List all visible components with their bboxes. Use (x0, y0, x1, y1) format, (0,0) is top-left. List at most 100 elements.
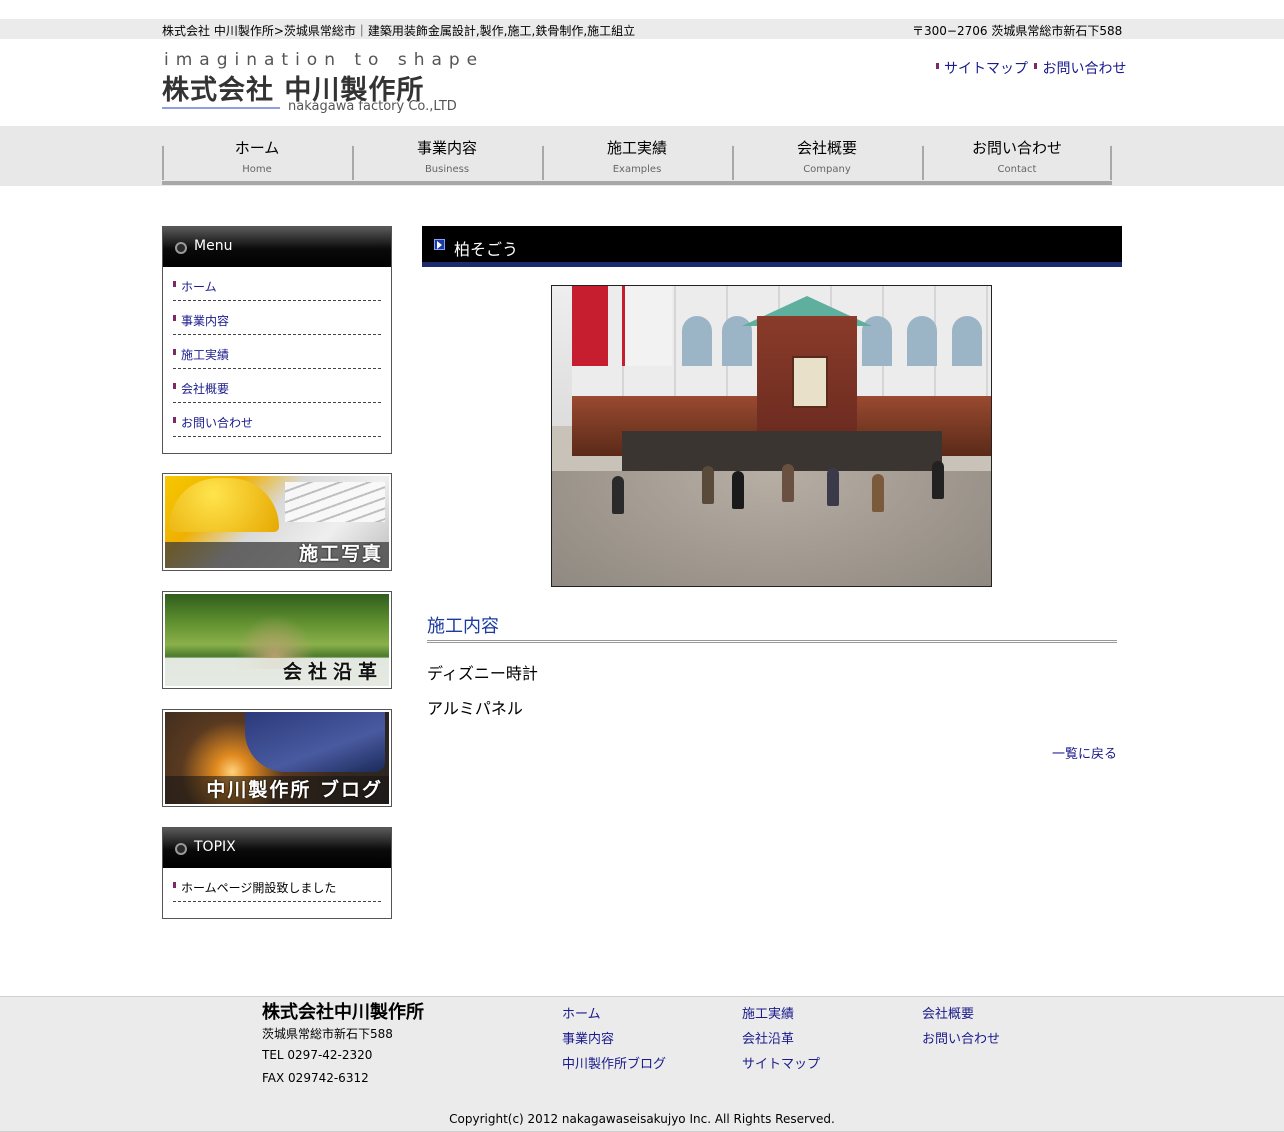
photo-person (827, 468, 839, 506)
topix-title: TOPIX (194, 839, 236, 855)
side-menu-item-home[interactable]: ホーム (173, 267, 381, 301)
topix-box: TOPIX ホームページ開設致しました (162, 827, 392, 919)
nav-home-label: ホーム (234, 139, 280, 157)
global-navigation: ホーム Home 事業内容 Business 施工実績 Examples 会社概… (0, 126, 1284, 186)
photo-person (932, 461, 944, 499)
nav-company[interactable]: 会社概要 Company (732, 126, 922, 186)
site-logo[interactable]: imagination to shape 株式会社 中川製作所 nakagawa… (162, 50, 477, 116)
company-history-banner[interactable]: 会社沿革 (162, 591, 392, 689)
site-description: 株式会社 中川製作所>茨城県常総市｜建築用装飾金属設計,製作,施工,鉄骨制作,施… (162, 24, 636, 38)
logo-tagline: imagination to shape (164, 50, 485, 70)
welder-graphic (245, 712, 385, 772)
footer-link-home[interactable]: ホーム (562, 1003, 601, 1022)
photo-entrance (622, 431, 942, 471)
history-banner-image: 会社沿革 (165, 594, 389, 686)
footer-link-blog[interactable]: 中川製作所ブログ (562, 1053, 666, 1072)
side-menu-item-label: 会社概要 (181, 382, 230, 396)
nav-examples[interactable]: 施工実績 Examples (542, 126, 732, 186)
photo-person (612, 476, 624, 514)
photo-white-banner (622, 286, 672, 366)
side-menu: Menu ホーム 事業内容 施工実績 会社概要 お問い合わせ (162, 226, 392, 454)
blueprint-rolls-graphic (285, 482, 385, 522)
photo-arch-window (682, 316, 712, 366)
footer-link-contact[interactable]: お問い合わせ (922, 1028, 1000, 1047)
header-address: 〒300−2706 茨城県常総市新石下588 (912, 24, 1123, 38)
photo-clock-face (792, 356, 828, 408)
page-title: 柏そごう (454, 240, 519, 259)
contact-link[interactable]: お問い合わせ (1034, 58, 1126, 78)
footer: 株式会社中川製作所 茨城県常総市新石下588 TEL 0297-42-2320 … (0, 996, 1284, 1132)
side-menu-title: Menu (194, 238, 233, 254)
side-menu-item-label: 事業内容 (181, 314, 230, 328)
side-menu-item-label: お問い合わせ (181, 416, 254, 430)
arrow-right-icon (434, 239, 445, 250)
bullet-icon (173, 281, 176, 287)
footer-tel: TEL 0297-42-2320 (262, 1048, 373, 1062)
helmet-graphic (169, 478, 279, 532)
nav-contact-label: お問い合わせ (971, 139, 1062, 157)
nav-home-sublabel: Home (242, 164, 272, 175)
circle-bullet-icon (175, 843, 187, 855)
bullet-icon (173, 882, 176, 888)
side-menu-item-examples[interactable]: 施工実績 (173, 335, 381, 369)
nav-separator (1110, 146, 1112, 180)
blog-banner[interactable]: 中川製作所 ブログ (162, 709, 392, 807)
nav-company-sublabel: Company (803, 164, 851, 175)
topix-item: ホームページ開設致しました (173, 868, 381, 902)
nav-home[interactable]: ホーム Home (162, 126, 352, 186)
bullet-icon (173, 417, 176, 423)
logo-subtitle: nakagawa factory Co.,LTD (288, 99, 457, 114)
construction-photos-banner[interactable]: 施工写真 (162, 473, 392, 571)
banner-caption: 中川製作所 ブログ (206, 779, 383, 801)
photo-person (872, 474, 884, 512)
photo-person (782, 464, 794, 502)
banner-caption: 施工写真 (298, 543, 383, 565)
nav-bottom-border (162, 181, 1112, 185)
content-line: アルミパネル (427, 699, 523, 718)
section-heading-label: 施工内容 (427, 616, 499, 637)
banner-caption: 会社沿革 (282, 661, 383, 683)
header-links: サイトマップ お問い合わせ (936, 58, 1128, 78)
side-menu-item-label: 施工実績 (181, 348, 230, 362)
side-menu-item-label: ホーム (181, 280, 217, 294)
section-heading: 施工内容 (427, 612, 1117, 643)
page-title-bar: 柏そごう (422, 226, 1122, 267)
nav-contact[interactable]: お問い合わせ Contact (922, 126, 1112, 186)
logo-underline (162, 107, 280, 109)
photo-arch-window (907, 316, 937, 366)
photo-arch-window (952, 316, 982, 366)
back-to-list-link[interactable]: 一覧に戻る (1052, 743, 1117, 762)
footer-link-sitemap[interactable]: サイトマップ (742, 1053, 820, 1072)
bullet-icon (173, 383, 176, 389)
side-menu-item-company[interactable]: 会社概要 (173, 369, 381, 403)
circle-bullet-icon (175, 242, 187, 254)
nav-contact-sublabel: Contact (997, 164, 1037, 175)
side-menu-item-contact[interactable]: お問い合わせ (173, 403, 381, 437)
photo-person (732, 471, 744, 509)
side-menu-item-business[interactable]: 事業内容 (173, 301, 381, 335)
footer-link-examples[interactable]: 施工実績 (742, 1003, 794, 1022)
copyright: Copyright(c) 2012 nakagawaseisakujyo Inc… (449, 1112, 835, 1126)
sitemap-link[interactable]: サイトマップ (936, 58, 1028, 78)
nav-business[interactable]: 事業内容 Business (352, 126, 542, 186)
blog-banner-image: 中川製作所 ブログ (165, 712, 389, 804)
nav-business-label: 事業内容 (416, 139, 477, 157)
top-info-bar: 株式会社 中川製作所>茨城県常総市｜建築用装飾金属設計,製作,施工,鉄骨制作,施… (0, 19, 1284, 39)
bullet-icon (173, 315, 176, 321)
nav-examples-sublabel: Examples (612, 164, 662, 175)
footer-link-company[interactable]: 会社概要 (922, 1003, 974, 1022)
nav-business-sublabel: Business (424, 164, 470, 175)
side-menu-header: Menu (163, 227, 391, 267)
photo-person (702, 466, 714, 504)
nav-company-label: 会社概要 (796, 139, 857, 157)
content-line: ディズニー時計 (427, 664, 538, 683)
footer-link-business[interactable]: 事業内容 (562, 1028, 614, 1047)
topix-item-label: ホームページ開設致しました (181, 881, 337, 895)
construction-banner-image: 施工写真 (165, 476, 389, 568)
photo-red-banner (572, 286, 608, 366)
bullet-icon (173, 349, 176, 355)
footer-address: 茨城県常総市新石下588 (262, 1027, 393, 1041)
footer-company-name: 株式会社中川製作所 (262, 1002, 424, 1023)
footer-link-history[interactable]: 会社沿革 (742, 1028, 794, 1047)
nav-examples-label: 施工実績 (606, 139, 667, 157)
